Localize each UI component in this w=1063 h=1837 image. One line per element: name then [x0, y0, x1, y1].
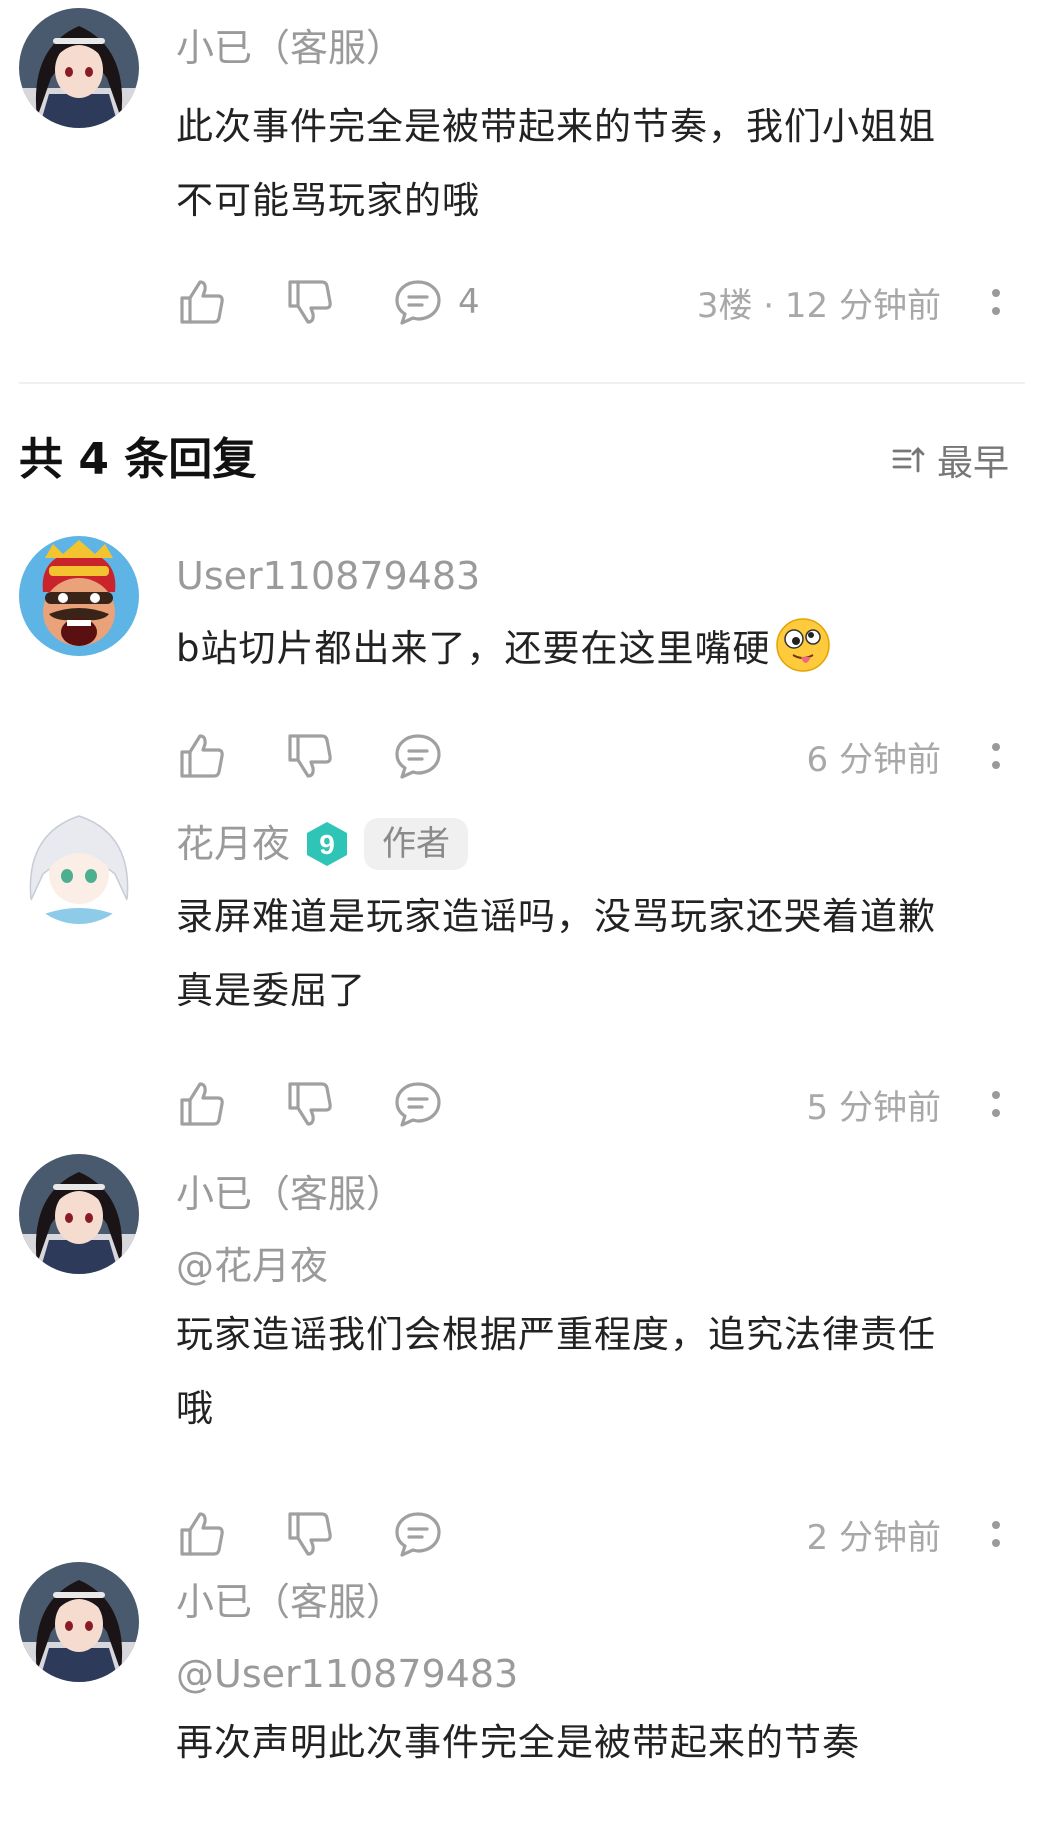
comment-time: 2 分钟前	[806, 1517, 941, 1558]
more-button[interactable]	[981, 1508, 1011, 1560]
comment-text: 此次事件完全是被带起来的节奏，我们小姐姐 不可能骂玩家的哦	[176, 105, 936, 222]
comment-actions: 4 3楼 · 12 分钟前	[176, 272, 1063, 332]
replies-count-title: 共 4 条回复	[19, 434, 257, 485]
dislike-button[interactable]	[284, 1508, 336, 1560]
reply-button[interactable]	[392, 730, 444, 782]
more-button[interactable]	[981, 1078, 1011, 1130]
mention[interactable]: @User110879483	[176, 1648, 1023, 1700]
more-vertical-icon	[992, 1521, 1000, 1529]
reply-button[interactable]	[392, 1078, 444, 1130]
like-button[interactable]	[176, 1508, 228, 1560]
dislike-button[interactable]	[284, 276, 336, 328]
comment-time: 5 分钟前	[806, 1087, 941, 1128]
avatar[interactable]	[19, 1562, 139, 1682]
comment-username[interactable]: 小已（客服）	[176, 22, 1023, 74]
replies-header: 共 4 条回复 最早	[19, 430, 1023, 490]
comment-text: b站切片都出来了，还要在这里嘴硬	[176, 612, 1023, 686]
comment-actions: 6 分钟前	[176, 726, 1063, 786]
sort-button[interactable]: 最早	[891, 430, 1009, 490]
like-button[interactable]	[176, 276, 228, 328]
thumbs-down-icon	[288, 734, 332, 778]
chat-bubble-icon	[395, 734, 441, 779]
thumbs-up-icon	[180, 1512, 224, 1556]
thumbs-up-icon	[180, 734, 224, 778]
floor-and-time: 3楼 · 12 分钟前	[696, 285, 941, 326]
chat-bubble-icon	[395, 1512, 441, 1557]
avatar[interactable]	[19, 1154, 139, 1274]
dislike-button[interactable]	[284, 730, 336, 782]
reply-count: 4	[458, 282, 480, 322]
comment-text: 玩家造谣我们会根据严重程度，追究法律责任 哦	[176, 1313, 936, 1430]
like-button[interactable]	[176, 1078, 228, 1130]
svg-text:9: 9	[319, 829, 335, 860]
chat-bubble-icon	[395, 1082, 441, 1127]
level-badge: 9	[304, 820, 350, 868]
thumbs-up-icon	[180, 1082, 224, 1126]
thumbs-down-icon	[288, 1512, 332, 1556]
like-button[interactable]	[176, 730, 228, 782]
crazy-face-emoji	[775, 617, 831, 673]
dislike-button[interactable]	[284, 1078, 336, 1130]
mention[interactable]: @花月夜	[176, 1240, 1023, 1292]
comment-username[interactable]: 花月夜 9 作者	[176, 818, 1023, 870]
more-vertical-icon	[992, 743, 1000, 751]
divider	[19, 382, 1025, 384]
author-badge: 作者	[364, 818, 469, 870]
reply-button[interactable]: 4	[392, 276, 480, 328]
avatar[interactable]	[19, 536, 139, 656]
avatar[interactable]	[19, 8, 139, 128]
comment-actions: 2 分钟前	[176, 1504, 1063, 1564]
thumbs-down-icon	[288, 280, 332, 324]
comment-thread-page: 小已（客服） 此次事件完全是被带起来的节奏，我们小姐姐 不可能骂玩家的哦 4 3…	[0, 0, 1063, 1837]
more-vertical-icon	[992, 1091, 1000, 1099]
more-vertical-icon	[992, 289, 1000, 297]
sort-icon	[892, 447, 925, 473]
chat-bubble-icon	[395, 280, 441, 325]
avatar[interactable]	[19, 804, 139, 924]
comment-time: 6 分钟前	[806, 739, 941, 780]
comment-actions: 5 分钟前	[176, 1074, 1063, 1134]
more-button[interactable]	[981, 276, 1011, 328]
more-button[interactable]	[981, 730, 1011, 782]
comment-text: 录屏难道是玩家造谣吗，没骂玩家还哭着道歉 真是委屈了	[176, 895, 936, 1012]
comment-username[interactable]: 小已（客服）	[176, 1168, 1023, 1220]
thumbs-down-icon	[288, 1082, 332, 1126]
comment-username[interactable]: 小已（客服）	[176, 1576, 1023, 1628]
comment-username[interactable]: User110879483	[176, 550, 1023, 602]
thumbs-up-icon	[180, 280, 224, 324]
reply-button[interactable]	[392, 1508, 444, 1560]
comment-text: 再次声明此次事件完全是被带起来的节奏	[176, 1721, 860, 1764]
